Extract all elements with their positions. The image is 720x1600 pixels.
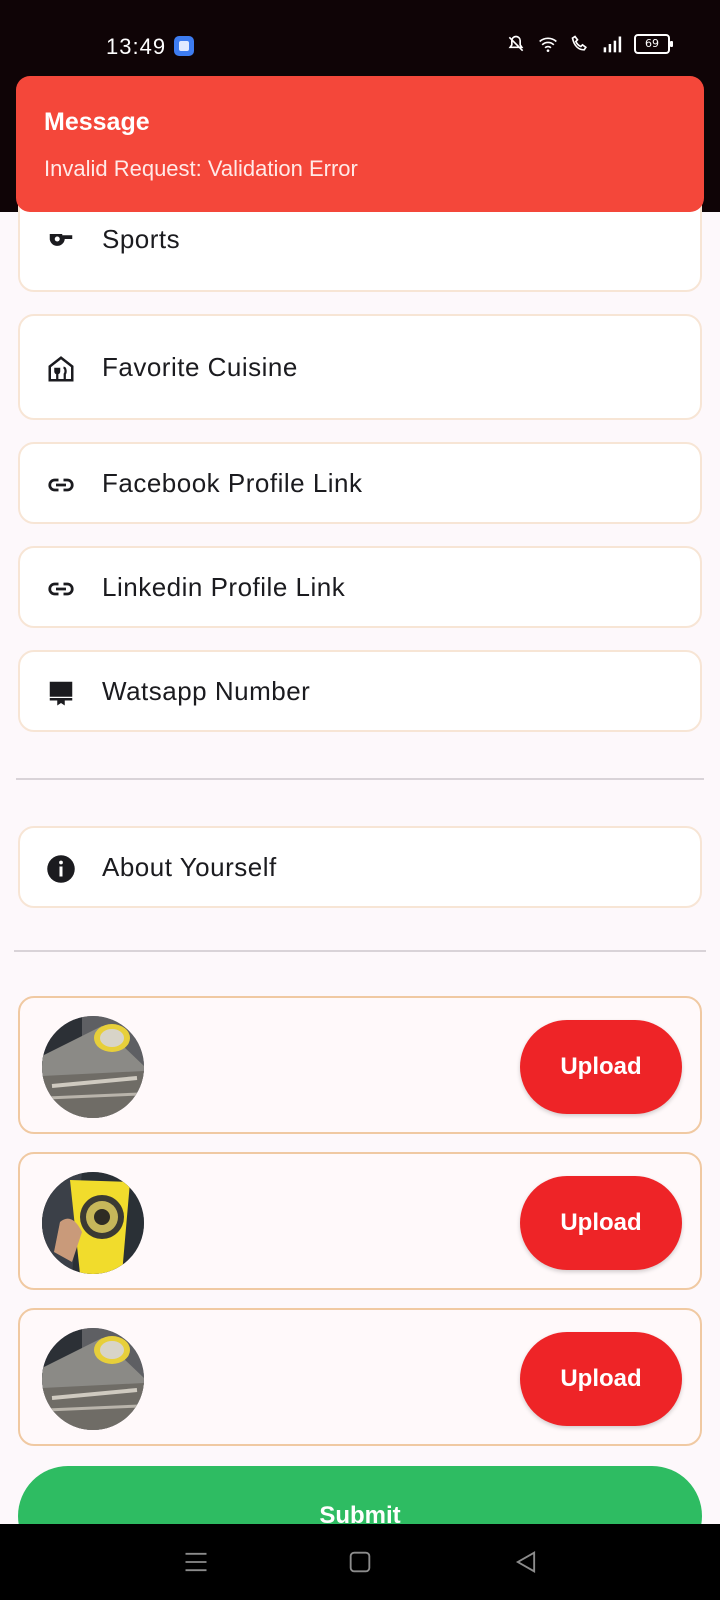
upload-card: Upload <box>18 1152 702 1290</box>
whistle-icon <box>49 234 73 246</box>
recent-apps-icon[interactable] <box>182 1548 210 1576</box>
photo-thumbnail <box>42 1016 144 1118</box>
linkedin-link-field[interactable]: Linkedin Profile Link <box>18 546 702 628</box>
facebook-link-field[interactable]: Facebook Profile Link <box>18 442 702 524</box>
sports-label: Sports <box>102 224 181 254</box>
link-icon <box>48 582 74 596</box>
divider <box>14 950 706 952</box>
back-icon[interactable] <box>512 1548 540 1576</box>
divider <box>16 778 704 780</box>
photo-thumbnail <box>42 1328 144 1430</box>
link-icon <box>48 478 74 492</box>
phone-icon <box>49 681 73 706</box>
error-toast[interactable]: Message Invalid Request: Validation Erro… <box>16 76 704 212</box>
wifi-icon <box>539 37 557 52</box>
signal-icon <box>603 36 622 53</box>
toast-title: Message <box>44 108 150 136</box>
status-time: 13:49 <box>106 34 167 59</box>
upload-button[interactable]: Upload <box>520 1176 682 1270</box>
home-icon[interactable] <box>346 1548 374 1576</box>
battery-icon: 69 <box>634 34 673 54</box>
app-notification-icon <box>174 36 194 56</box>
restaurant-icon <box>48 356 74 382</box>
favorite-cuisine-field[interactable]: Favorite Cuisine <box>18 314 702 420</box>
whatsapp-number-label: Watsapp Number <box>102 676 311 706</box>
wifi-call-icon <box>571 35 587 51</box>
whatsapp-number-field[interactable]: Watsapp Number <box>18 650 702 732</box>
facebook-link-label: Facebook Profile Link <box>102 468 363 498</box>
about-yourself-field[interactable]: About Yourself <box>18 826 702 908</box>
upload-button[interactable]: Upload <box>520 1020 682 1114</box>
upload-card: Upload <box>18 1308 702 1446</box>
mute-bell-icon <box>508 35 524 52</box>
upload-card: Upload <box>18 996 702 1134</box>
linkedin-link-label: Linkedin Profile Link <box>102 572 346 602</box>
status-icons: 69 <box>506 34 673 54</box>
system-nav-bar <box>0 1524 720 1600</box>
toast-message: Invalid Request: Validation Error <box>44 156 358 181</box>
photo-thumbnail <box>42 1172 144 1274</box>
about-yourself-label: About Yourself <box>102 852 277 882</box>
favorite-cuisine-label: Favorite Cuisine <box>102 352 298 382</box>
info-icon <box>47 855 75 883</box>
upload-button[interactable]: Upload <box>520 1332 682 1426</box>
